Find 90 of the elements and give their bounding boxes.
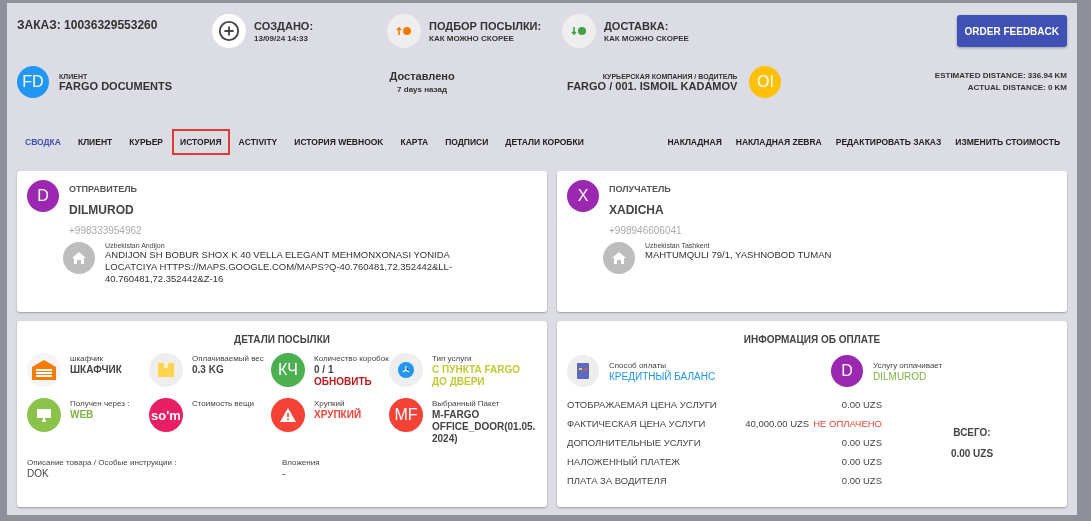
- milestone-value: 13/09/24 14:33: [254, 33, 309, 43]
- action-link[interactable]: ИЗМЕНИТЬ СТОИМОСТЬ: [948, 131, 1067, 153]
- card-title: ДЕТАЛИ ПОСЫЛКИ: [233, 334, 331, 345]
- delivery-status: Доставлено: [389, 70, 455, 82]
- total-label: ВСЕГО:: [953, 426, 991, 438]
- payer-name: DILMUROD: [873, 370, 928, 383]
- note-value: -: [282, 468, 287, 480]
- price-amount: 40,000.00 UZS: [745, 418, 810, 429]
- payment-method-label: Способ оплаты: [609, 359, 668, 370]
- courier-name: FARGO / 001. ISMOIL KADAMOV: [567, 79, 738, 92]
- detail-value: 0.3 KG: [192, 364, 225, 376]
- price-amount: 0.00 UZS: [841, 399, 882, 410]
- payer-label: Услугу оплачивает: [873, 359, 943, 371]
- tab[interactable]: КАРТА: [392, 129, 437, 155]
- distance-text: ESTIMATED DISTANCE: 336.94 KM: [934, 70, 1067, 82]
- tab[interactable]: ДЕТАЛИ КОРОБКИ: [497, 129, 592, 155]
- price-label: ФАКТИЧЕСКАЯ ЦЕНА УСЛУГИ: [567, 418, 707, 429]
- payment-method: КРЕДИТНЫЙ БАЛАНС: [609, 370, 717, 383]
- party-phone: +998333954962: [69, 225, 142, 236]
- price-label: ОТОБРАЖАЕМАЯ ЦЕНА УСЛУГИ: [567, 399, 718, 410]
- detail-label: Получен через :: [70, 398, 130, 409]
- payer-avatar: D: [831, 355, 863, 387]
- detail-label: Хрупкий: [314, 398, 345, 408]
- tab[interactable]: ИСТОРИЯ WEBHOOK: [286, 129, 392, 155]
- detail-label: Стоимость вещи: [192, 398, 254, 409]
- card-reader-icon: [567, 355, 599, 387]
- count-avatar: КЧ: [271, 353, 305, 387]
- package-avatar: MF: [389, 398, 423, 432]
- order-number: ЗАКАЗ: 10036329553260: [17, 18, 159, 32]
- price-amount: 0.00 UZS: [841, 437, 882, 448]
- party-avatar: D: [27, 180, 59, 212]
- milestone-value: КАК МОЖНО СКОРЕЕ: [604, 33, 689, 43]
- detail-value: M-FARGO OFFICE_DOOR(01.05.2024): [432, 409, 537, 445]
- client-name: FARGO DOCUMENTS: [59, 79, 173, 92]
- update-link[interactable]: ОБНОВИТЬ: [314, 376, 389, 387]
- detail-value: WEB: [70, 409, 95, 421]
- detail-value: 0 / 1: [314, 364, 335, 376]
- tab[interactable]: ИСТОРИЯ: [172, 129, 230, 155]
- action-link[interactable]: РЕДАКТИРОВАТЬ ЗАКАЗ: [828, 131, 949, 153]
- party-avatar: X: [567, 180, 599, 212]
- price-label: ПЛАТА ЗА ВОДИТЕЛЯ: [567, 475, 668, 486]
- warning-icon: [271, 398, 305, 432]
- note-label: Описание товара / Особые инструкции :: [27, 457, 178, 468]
- party-role: ОТПРАВИТЕЛЬ: [69, 184, 138, 194]
- distance-text: ACTUAL DISTANCE: 0 KM: [966, 82, 1067, 94]
- plus-icon: [212, 14, 246, 48]
- party-name: XADICHA: [609, 203, 665, 217]
- milestone-title: ДОСТАВКА:: [604, 19, 670, 32]
- action-link[interactable]: НАКЛАДНАЯ ZEBRA: [728, 131, 829, 153]
- price-amount: 0.00 UZS: [841, 475, 882, 486]
- total-amount: 0.00 UZS: [950, 447, 994, 459]
- detail-label: Оплачиваемый вес: [192, 353, 264, 364]
- milestone-title: СОЗДАНО:: [254, 19, 314, 32]
- box-icon: [149, 353, 183, 387]
- courier-avatar: OI: [749, 66, 782, 98]
- detail-value: ХРУПКИЙ: [314, 409, 362, 421]
- detail-value: ШКАФЧИК: [70, 364, 122, 376]
- currency-avatar: so'm: [149, 398, 183, 432]
- price-label: ДОПОЛНИТЕЛЬНЫЕ УСЛУГИ: [567, 437, 702, 448]
- detail-label: шкафчик: [70, 353, 105, 364]
- garage-icon: [27, 353, 61, 387]
- card-title: ИНФОРМАЦИЯ ОБ ОПЛАТЕ: [742, 334, 882, 345]
- party-phone: +998946606041: [609, 225, 682, 236]
- detail-label: Тип услуги: [432, 353, 473, 364]
- tab[interactable]: ПОДПИСИ: [437, 129, 497, 155]
- tab[interactable]: СВОДКА: [17, 129, 69, 155]
- tab[interactable]: КЛИЕНТ: [69, 129, 121, 155]
- status-time: 7 days назад: [397, 85, 447, 94]
- party-name: DILMUROD: [69, 203, 135, 217]
- home-icon: [63, 242, 95, 274]
- address-text: MAHTUMQULI 79/1, YASHNOBOD TUMAN: [645, 249, 833, 261]
- note-value: DOK: [27, 468, 50, 480]
- milestone-value: КАК МОЖНО СКОРЕЕ: [429, 33, 515, 43]
- tab[interactable]: КУРЬЕР: [121, 129, 172, 155]
- detail-value: С ПУНКТА FARGO ДО ДВЕРИ: [432, 364, 522, 388]
- address-text: ANDIJON SH BOBUR SHOX K 40 VELLA ELEGANT MEHMONXONASI YONIDA LOCATCIYA HTTPS://MAPS.GOOGLE.COM/MAPS?Q-40.760481,72.352442&LL-40.760481,72.352442&Z-16: [105, 249, 454, 285]
- note-label: Вложения: [282, 457, 321, 468]
- action-link[interactable]: НАКЛАДНАЯ: [660, 131, 729, 153]
- milestone-title: ПОДБОР ПОСЫЛКИ:: [429, 19, 542, 32]
- tab[interactable]: ACTIVITY: [230, 129, 286, 155]
- detail-label: Количество коробок: [314, 353, 389, 364]
- detail-label: Выбранный Пакет: [432, 398, 501, 409]
- payment-status: НЕ ОПЛАЧЕНО: [813, 418, 882, 429]
- order-feedback-button[interactable]: ORDER FEEDBACK: [956, 15, 1067, 47]
- client-avatar: FD: [17, 66, 49, 98]
- home-icon: [603, 242, 635, 274]
- price-label: НАЛОЖЕННЫЙ ПЛАТЕЖ: [567, 456, 682, 467]
- price-amount: 0.00 UZS: [841, 456, 882, 467]
- monitor-icon: [27, 398, 61, 432]
- party-role: ПОЛУЧАТЕЛЬ: [609, 184, 672, 194]
